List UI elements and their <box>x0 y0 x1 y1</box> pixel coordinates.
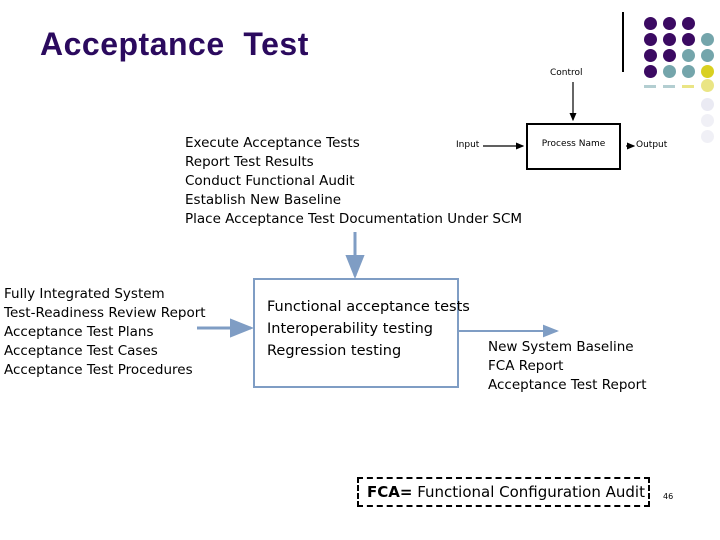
list-item: Conduct Functional Audit <box>185 173 355 189</box>
decoration-dash <box>682 85 694 88</box>
page-number: 46 <box>663 492 674 501</box>
list-item: Acceptance Test Procedures <box>4 362 193 378</box>
inputs-list: Fully Integrated System Test-Readiness R… <box>4 285 206 380</box>
list-item: Acceptance Test Report <box>488 377 647 393</box>
acceptance-activities-list: Execute Acceptance Tests Report Test Res… <box>185 134 522 229</box>
decoration-dot <box>701 33 714 46</box>
process-box-content: Functional acceptance tests Interoperabi… <box>267 296 470 362</box>
decoration-dot <box>644 49 657 62</box>
idef-process-box: Process Name <box>526 123 621 170</box>
decoration-dot <box>701 114 714 127</box>
list-item: Report Test Results <box>185 154 314 170</box>
decoration-dot <box>701 49 714 62</box>
idef-process-label: Process Name <box>541 139 606 149</box>
list-item: Acceptance Test Plans <box>4 324 154 340</box>
list-item: Fully Integrated System <box>4 286 165 302</box>
list-item: Test-Readiness Review Report <box>4 305 206 321</box>
list-item: Execute Acceptance Tests <box>185 135 360 151</box>
fca-legend-text: FCA= Functional Configuration Audit <box>367 483 645 501</box>
decoration-dot <box>701 130 714 143</box>
list-item: FCA Report <box>488 358 564 374</box>
fca-legend-box: FCA= Functional Configuration Audit <box>357 477 650 507</box>
outputs-list: New System Baseline FCA Report Acceptanc… <box>488 338 647 395</box>
decoration-dot <box>644 17 657 30</box>
idef-control-label: Control <box>550 68 583 78</box>
decoration-dot <box>701 65 714 78</box>
list-item: Interoperability testing <box>267 321 433 337</box>
decoration-dot <box>644 33 657 46</box>
decoration-dot <box>682 65 695 78</box>
fca-expansion: Functional Configuration Audit <box>412 483 645 501</box>
slide-canvas: Acceptance Test Control Input Output Pro… <box>0 0 720 540</box>
list-item: Place Acceptance Test Documentation Unde… <box>185 211 523 227</box>
list-item: Functional acceptance tests <box>267 299 470 315</box>
fca-abbreviation: FCA= <box>367 483 413 501</box>
list-item: Regression testing <box>267 343 402 359</box>
list-item: Acceptance Test Cases <box>4 343 158 359</box>
idef-output-label: Output <box>636 140 668 150</box>
list-item: New System Baseline <box>488 339 634 355</box>
decoration-dot <box>663 33 676 46</box>
decoration-dot <box>663 49 676 62</box>
acceptance-test-process-box: Functional acceptance tests Interoperabi… <box>253 278 470 388</box>
decoration-dot <box>682 17 695 30</box>
decoration-dot <box>701 98 714 111</box>
decoration-dot <box>663 17 676 30</box>
decoration-dot <box>682 33 695 46</box>
page-title: Acceptance Test <box>40 26 309 62</box>
decoration-dot <box>701 79 714 92</box>
decoration-vertical-bar <box>622 12 624 72</box>
list-item: Establish New Baseline <box>185 192 342 208</box>
decoration-dot <box>682 49 695 62</box>
